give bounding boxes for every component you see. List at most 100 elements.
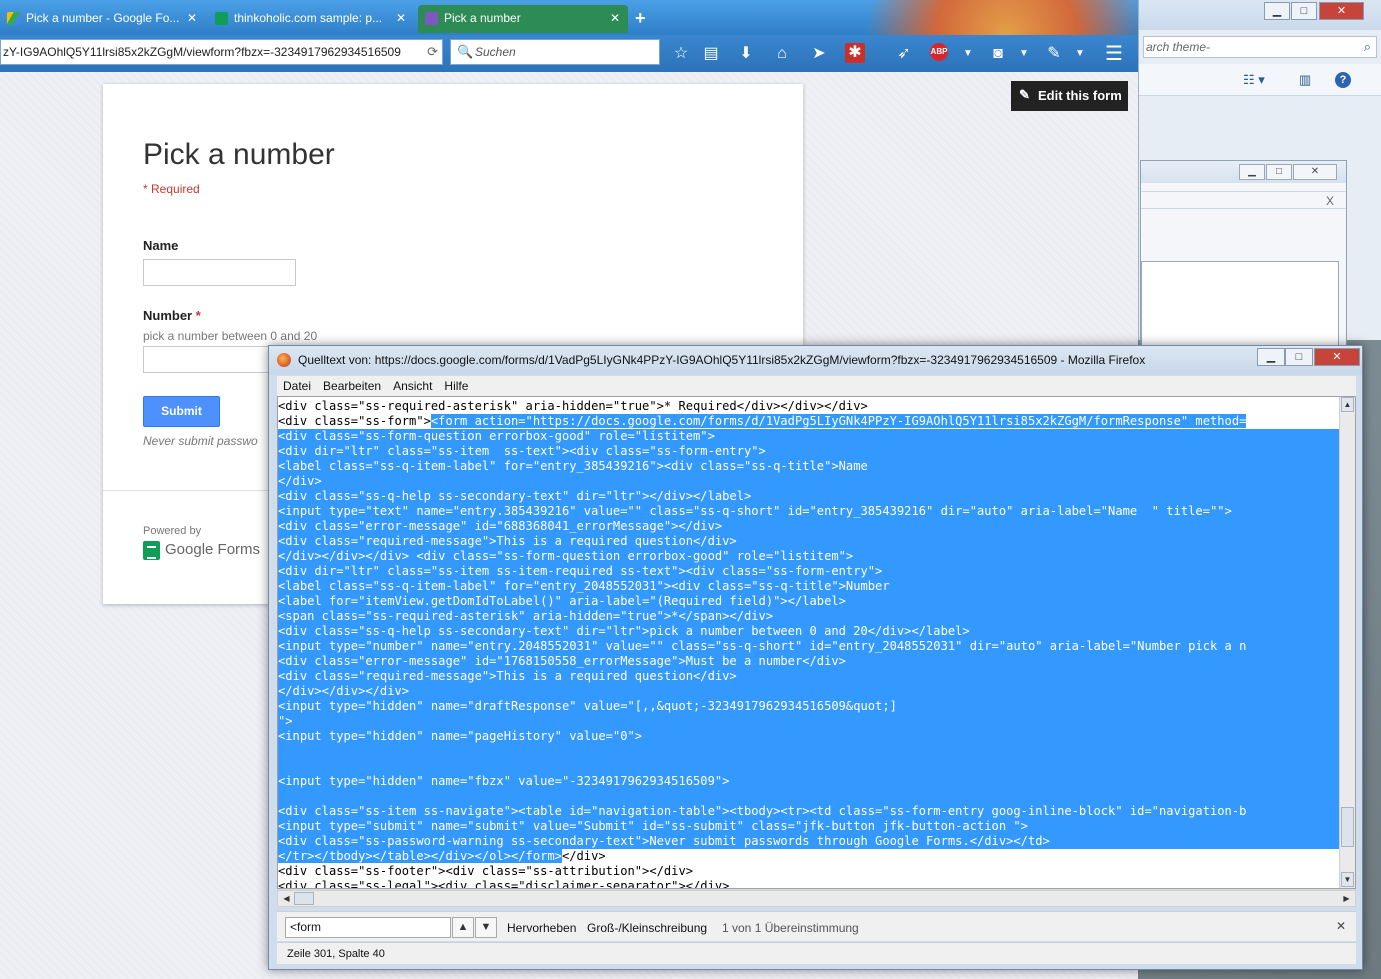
code-line[interactable]: </tr></tbody></table></div></ol></form><… xyxy=(278,849,1341,864)
code-line[interactable]: <div class="ss-q-help ss-secondary-text"… xyxy=(278,489,1341,504)
scroll-down-icon[interactable]: ▼ xyxy=(1341,872,1354,887)
downloads-icon[interactable]: ⬇ xyxy=(735,43,757,65)
chevron-down-icon[interactable]: ▼ xyxy=(957,43,979,65)
code-line[interactable]: </div></div></div> xyxy=(278,684,1341,699)
code-line[interactable]: <label class="ss-q-item-label" for="entr… xyxy=(278,459,1341,474)
menu-datei[interactable]: Datei xyxy=(277,376,317,393)
code-line[interactable]: <div dir="ltr" class="ss-item ss-text"><… xyxy=(278,444,1341,459)
code-line[interactable]: <input type="hidden" name="draftResponse… xyxy=(278,699,1341,714)
reading-list-icon[interactable]: ▤ xyxy=(700,43,722,65)
code-line[interactable]: <div class="ss-form-question errorbox-go… xyxy=(278,429,1341,444)
highlight-toggle[interactable]: Hervorheben xyxy=(507,921,576,935)
code-line[interactable]: <input type="submit" name="submit" value… xyxy=(278,819,1341,834)
code-line[interactable]: <div class="ss-item ss-navigate"><table … xyxy=(278,804,1341,819)
scroll-up-icon[interactable]: ▲ xyxy=(1341,397,1354,412)
close-icon[interactable]: ✕ xyxy=(1319,2,1364,20)
tab-thinkoholic[interactable]: thinkoholic.com sample: p... ✕ xyxy=(208,5,414,33)
reload-icon[interactable]: ⟳ xyxy=(427,44,438,60)
code-line[interactable]: <div class="required-message">This is a … xyxy=(278,669,1341,684)
code-line[interactable]: <div class="ss-legal"><div class="discla… xyxy=(278,879,1341,888)
bookmark-star-icon[interactable]: ☆ xyxy=(670,43,692,65)
search-input[interactable]: 🔍 Suchen xyxy=(450,39,660,65)
code-line[interactable]: <div class="required-message">This is a … xyxy=(278,534,1341,549)
match-case-toggle[interactable]: Groß-/Kleinschreibung xyxy=(587,921,707,935)
tab-close-icon[interactable]: ✕ xyxy=(396,11,406,25)
minimize-icon[interactable]: ▁ xyxy=(1239,164,1265,180)
home-icon[interactable]: ⌂ xyxy=(771,43,793,65)
menu-ansicht[interactable]: Ansicht xyxy=(387,376,438,393)
code-line[interactable] xyxy=(278,759,1341,774)
password-warning: Never submit passwo xyxy=(143,434,258,448)
send-icon[interactable]: ➤ xyxy=(808,43,830,65)
code-line[interactable] xyxy=(278,744,1341,759)
minimize-icon[interactable]: ▁ xyxy=(1264,2,1290,20)
code-line[interactable]: <input type="text" name="entry.385439216… xyxy=(278,504,1341,519)
code-line[interactable]: <label for="itemView.getDomIdToLabel()" … xyxy=(278,594,1341,609)
code-line[interactable]: <span class="ss-required-asterisk" aria-… xyxy=(278,609,1341,624)
code-line[interactable]: <div class="ss-q-help ss-secondary-text"… xyxy=(278,624,1341,639)
code-line[interactable]: "> xyxy=(278,714,1341,729)
chevron-down-icon[interactable]: ▼ xyxy=(1069,43,1091,65)
adblock-icon[interactable]: ABP xyxy=(930,43,948,61)
help-icon[interactable]: ? xyxy=(1335,72,1351,88)
close-icon[interactable]: ✕ xyxy=(1293,164,1337,180)
menu-hilfe[interactable]: Hilfe xyxy=(438,376,474,393)
tab-google-forms[interactable]: Pick a number - Google Fo... ✕ xyxy=(0,5,205,33)
scroll-left-icon[interactable]: ◀ xyxy=(279,892,294,905)
code-line[interactable]: <div class="error-message" id="176815055… xyxy=(278,654,1341,669)
vertical-scrollbar[interactable]: ▲ ▼ xyxy=(1339,397,1355,888)
code-line[interactable]: <input type="hidden" name="fbzx" value="… xyxy=(278,774,1341,789)
scroll-thumb[interactable] xyxy=(1341,807,1354,847)
tab-pick-a-number[interactable]: Pick a number ✕ xyxy=(418,5,628,33)
source-code-lines[interactable]: <div class="ss-required-asterisk" aria-h… xyxy=(278,399,1341,888)
tab-close-icon[interactable]: ✕ xyxy=(610,11,620,25)
source-code-view[interactable]: <div class="ss-required-asterisk" aria-h… xyxy=(277,396,1356,889)
number-input[interactable] xyxy=(143,346,283,373)
code-line[interactable]: <div dir="ltr" class="ss-item ss-item-re… xyxy=(278,564,1341,579)
edit-form-button[interactable]: ✎ Edit this form xyxy=(1011,81,1128,111)
tab-close-icon[interactable]: ✕ xyxy=(187,11,197,25)
url-text: zY-IG9AOhlQ5Y11lrsi85x2kZGgM/viewform?fb… xyxy=(3,45,401,59)
minimize-icon[interactable]: ▁ xyxy=(1257,348,1285,366)
tab-label: Pick a number xyxy=(444,11,521,25)
horizontal-scrollbar[interactable]: ◀ ▶ xyxy=(277,890,1356,907)
chevron-down-icon[interactable]: ▼ xyxy=(1013,43,1035,65)
code-line[interactable]: <input type="hidden" name="pageHistory" … xyxy=(278,729,1341,744)
addon-icon[interactable]: ✱ xyxy=(845,43,865,63)
explorer-search-input[interactable]: arch theme- ⌕ xyxy=(1143,36,1377,58)
find-input[interactable]: <form xyxy=(285,917,451,938)
code-line[interactable]: <div class="error-message" id="688368041… xyxy=(278,519,1341,534)
new-tab-button[interactable]: + xyxy=(635,8,646,29)
find-previous-icon[interactable]: ▲ xyxy=(452,917,474,938)
number-label: Number * xyxy=(143,308,201,323)
google-forms-logo[interactable]: Google Forms xyxy=(143,541,260,560)
tools-icon[interactable]: ✎ xyxy=(1043,43,1065,65)
menu-icon[interactable]: ☰ xyxy=(1103,43,1125,65)
code-line[interactable]: <input type="number" name="entry.2048552… xyxy=(278,639,1341,654)
maximize-icon[interactable]: □ xyxy=(1285,348,1313,366)
code-line[interactable]: </div></div></div> <div class="ss-form-q… xyxy=(278,549,1341,564)
menu-bearbeiten[interactable]: Bearbeiten xyxy=(317,376,387,393)
pocket-icon[interactable]: ◙ xyxy=(987,43,1009,65)
code-line[interactable]: <label class="ss-q-item-label" for="entr… xyxy=(278,579,1341,594)
code-line[interactable]: </div> xyxy=(278,474,1341,489)
code-line[interactable]: <div class="ss-form"><form action="https… xyxy=(278,414,1341,429)
name-input[interactable] xyxy=(143,259,296,286)
addon-feather-icon[interactable]: ➶ xyxy=(893,43,915,65)
scroll-right-icon[interactable]: ▶ xyxy=(1339,892,1354,905)
preview-pane-icon[interactable]: ▥ xyxy=(1299,72,1311,88)
url-bar[interactable]: zY-IG9AOhlQ5Y11lrsi85x2kZGgM/viewform?fb… xyxy=(0,39,443,65)
code-line[interactable]: <div class="ss-password-warning ss-secon… xyxy=(278,834,1341,849)
maximize-icon[interactable]: □ xyxy=(1291,2,1317,20)
scroll-thumb[interactable] xyxy=(294,892,314,905)
find-close-icon[interactable]: ✕ xyxy=(1336,919,1346,933)
close-icon[interactable]: ✕ xyxy=(1314,348,1360,366)
code-line[interactable]: <div class="ss-footer"><div class="ss-at… xyxy=(278,864,1341,879)
dialog-close-x[interactable]: X xyxy=(1326,194,1334,208)
maximize-icon[interactable]: □ xyxy=(1266,164,1292,180)
code-line[interactable] xyxy=(278,789,1341,804)
find-next-icon[interactable]: ▼ xyxy=(475,917,497,938)
code-line[interactable]: <div class="ss-required-asterisk" aria-h… xyxy=(278,399,1341,414)
view-options-icon[interactable]: ☷ ▾ xyxy=(1243,72,1265,88)
submit-button[interactable]: Submit xyxy=(143,396,220,427)
